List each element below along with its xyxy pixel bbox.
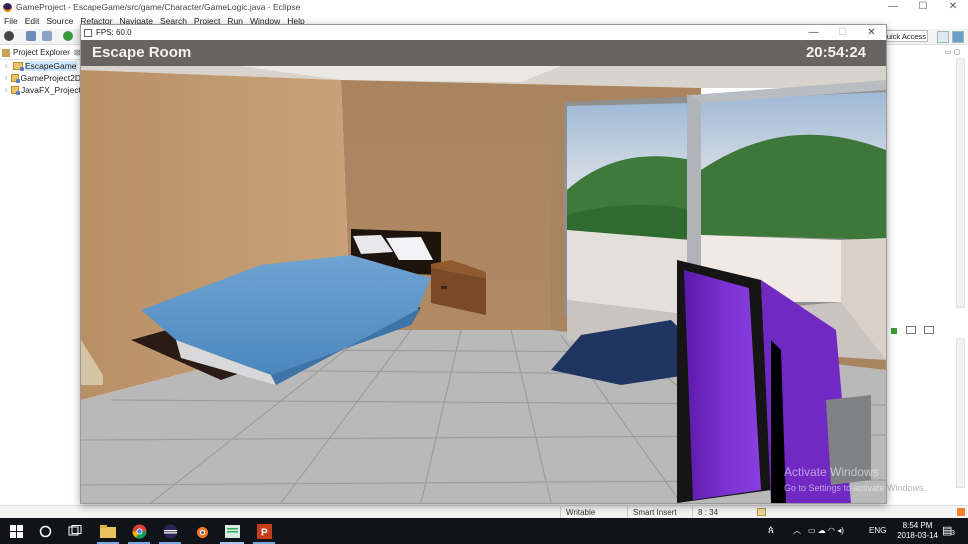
people-icon[interactable]: ጰ — [768, 518, 774, 544]
hud-timer: 20:54:24 — [805, 44, 866, 61]
game-window-controls: — ☐ ✕ — [799, 25, 886, 40]
clock-time: 8:54 PM — [902, 521, 933, 530]
svg-text:P: P — [261, 527, 268, 538]
menu-edit[interactable]: Edit — [25, 16, 40, 26]
console-scrollbar[interactable] — [956, 338, 965, 488]
project-folder-icon — [11, 86, 20, 95]
chevron-up-icon[interactable]: ︿ — [793, 518, 801, 544]
eclipse-taskbar-icon[interactable] — [162, 523, 178, 539]
external-tools-icon[interactable] — [42, 31, 52, 41]
game-hud: Escape Room 20:54:24 — [81, 40, 886, 66]
minimize-button[interactable]: — — [878, 0, 908, 14]
status-progress-icon[interactable] — [757, 508, 766, 516]
room-render — [81, 66, 886, 503]
game-window-title: FPS: 60.0 — [96, 28, 132, 37]
menu-source[interactable]: Source — [46, 16, 73, 26]
clock-date: 2018-03-14 — [897, 531, 938, 540]
task-view-icon[interactable] — [67, 523, 83, 539]
powerpoint-icon[interactable]: P — [256, 523, 272, 539]
project-explorer-tab[interactable]: Project Explorer ⊠ — [0, 46, 81, 60]
close-button[interactable]: ✕ — [938, 0, 968, 14]
tree-item-gameproject2d[interactable]: › GameProject2D — [0, 72, 81, 84]
debug-icon[interactable] — [4, 31, 14, 41]
explorer-icon — [2, 48, 10, 57]
tray-icons[interactable]: ▭ ☁ ◠ ◂) — [808, 518, 844, 544]
hud-title: Escape Room — [92, 44, 192, 61]
panel-toolbar — [891, 326, 965, 336]
tree-item-label: EscapeGame — [25, 61, 77, 71]
eclipse-window-controls: — ☐ ✕ — [878, 0, 968, 14]
tree-item-javafx-project[interactable]: › JavaFX_Project — [0, 84, 81, 96]
outline-scrollbar[interactable] — [956, 58, 965, 308]
check-icon[interactable] — [891, 328, 897, 334]
eclipse-icon — [3, 2, 12, 12]
game-minimize-button[interactable]: — — [799, 25, 828, 40]
game-maximize-button[interactable]: ☐ — [828, 25, 857, 40]
activation-watermark-overflow: Windows. — [887, 483, 927, 493]
game-window-title-bar: FPS: 60.0 — [81, 25, 886, 40]
activation-watermark-title: Activate Windows — [784, 465, 879, 479]
file-explorer-icon[interactable] — [100, 523, 116, 539]
project-explorer: Project Explorer ⊠ › EscapeGame › GamePr… — [0, 46, 82, 504]
project-folder-icon — [13, 62, 24, 71]
maximize-button[interactable]: ☐ — [908, 0, 938, 14]
chevron-right-icon[interactable]: › — [5, 63, 13, 70]
windows-start-icon[interactable] — [8, 523, 24, 539]
tree-item-label: GameProject2D — [20, 73, 81, 83]
project-folder-icon — [10, 74, 20, 83]
activation-watermark-text: Go to Settings to activate Windows. — [784, 483, 886, 493]
right-side-panel: ▭ ▢ — [887, 46, 968, 504]
notification-count-badge: 3 — [951, 530, 955, 537]
taskbar-clock[interactable]: 8:54 PM 2018-03-14 — [897, 521, 938, 541]
menu-file[interactable]: File — [4, 16, 18, 26]
game-close-button[interactable]: ✕ — [857, 25, 886, 40]
skip-breakpoints-icon[interactable] — [26, 31, 36, 41]
game-window: FPS: 60.0 — ☐ ✕ Escape Room 20:54:24 Act… — [80, 24, 887, 504]
language-indicator[interactable]: ENG — [869, 518, 886, 544]
panel-minmax-icon[interactable]: ▭ ▢ — [945, 48, 965, 56]
windows-taskbar: P ጰ ︿ ▭ ☁ ◠ ◂) ENG 8:54 PM 2018-03-14 ▤ … — [0, 518, 968, 544]
tree-item-label: JavaFX_Project — [21, 85, 81, 95]
eclipse-window-title: GameProject - EscapeGame/src/game/Charac… — [16, 2, 301, 12]
java-app-icon[interactable] — [224, 523, 240, 539]
view-menu-icon[interactable] — [905, 326, 916, 334]
cortana-search-icon[interactable] — [37, 523, 53, 539]
java-perspective-icon[interactable] — [952, 31, 964, 43]
run-icon[interactable] — [63, 31, 73, 41]
panel-layout-icon[interactable] — [924, 326, 935, 334]
status-bar: Writable Smart Insert 8 : 34 — [0, 505, 968, 519]
error-log-icon[interactable] — [957, 508, 965, 516]
chrome-icon[interactable] — [131, 523, 147, 539]
tree-item-escapegame[interactable]: › EscapeGame — [0, 60, 81, 72]
explorer-tab-label: Project Explorer — [13, 48, 70, 57]
window-icon — [84, 28, 92, 37]
open-perspective-icon[interactable] — [937, 31, 949, 43]
game-3d-scene[interactable]: Escape Room 20:54:24 Activate Windows Go… — [81, 40, 886, 503]
eclipse-title-bar: GameProject - EscapeGame/src/game/Charac… — [0, 0, 968, 14]
blender-icon[interactable] — [193, 523, 209, 539]
